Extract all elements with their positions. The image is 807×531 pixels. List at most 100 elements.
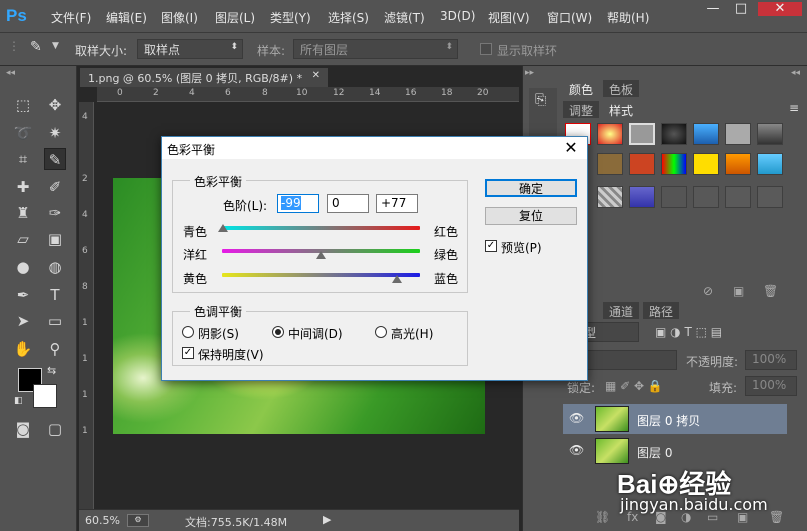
background-color-swatch[interactable] bbox=[33, 384, 57, 408]
tab-swatches[interactable]: 色板 bbox=[603, 80, 640, 97]
zoom-icon[interactable]: ⚲ bbox=[44, 338, 66, 360]
zoom-level[interactable]: 60.5% bbox=[85, 514, 120, 527]
style-swatch[interactable] bbox=[661, 153, 687, 175]
fill-input[interactable]: 100% bbox=[745, 376, 797, 396]
style-swatch[interactable] bbox=[629, 123, 655, 145]
eyedropper-tool-icon[interactable]: ✎ bbox=[44, 148, 66, 170]
tab-adjustments[interactable]: 调整 bbox=[563, 101, 600, 118]
preview-checkbox[interactable]: ✓ bbox=[485, 240, 497, 252]
close-tab-icon[interactable]: ✕ bbox=[312, 70, 320, 81]
menu-window[interactable]: 窗口(W) bbox=[547, 9, 592, 26]
document-tab[interactable]: 1.png @ 60.5% (图层 0 拷贝, RGB/8#) * ✕ bbox=[80, 68, 328, 87]
collapse-right-icon[interactable]: ◂◂ bbox=[791, 68, 800, 78]
trash-icon[interactable]: 🗑 bbox=[763, 284, 778, 298]
preserve-luminosity-label[interactable]: 保持明度(V) bbox=[198, 346, 264, 363]
shadows-label[interactable]: 阴影(S) bbox=[198, 325, 239, 342]
cyan-red-track[interactable] bbox=[222, 226, 420, 230]
filter-icons[interactable]: ▣ ◑ T ⬚ ▤ bbox=[655, 325, 722, 339]
brush-icon[interactable]: ✐ bbox=[44, 176, 66, 198]
screen-mode-icon[interactable]: ▢ bbox=[44, 418, 66, 440]
sample-size-dropdown[interactable]: 取样点 ⬍ bbox=[137, 39, 243, 59]
magenta-green-slider-thumb[interactable] bbox=[316, 251, 326, 259]
lasso-icon[interactable]: ➰ bbox=[12, 122, 34, 144]
ok-button[interactable]: 确定 bbox=[485, 179, 577, 197]
style-swatch[interactable] bbox=[661, 123, 687, 145]
minimize-button[interactable]: — bbox=[702, 2, 724, 16]
midtones-radio[interactable] bbox=[272, 326, 284, 338]
tab-paths[interactable]: 路径 bbox=[643, 302, 680, 319]
link-layers-icon[interactable]: ⛓ bbox=[595, 510, 610, 524]
chevron-down-icon[interactable]: ▼ bbox=[52, 41, 59, 51]
yellow-blue-track[interactable] bbox=[222, 273, 420, 277]
menu-type[interactable]: 类型(Y) bbox=[270, 9, 311, 26]
menu-edit[interactable]: 编辑(E) bbox=[106, 9, 147, 26]
highlights-radio[interactable] bbox=[375, 326, 387, 338]
gradient-icon[interactable]: ▣ bbox=[44, 228, 66, 250]
path-select-icon[interactable]: ➤ bbox=[12, 310, 34, 332]
panel-menu-icon[interactable]: ≡ bbox=[789, 101, 799, 115]
show-ring-checkbox[interactable] bbox=[480, 43, 492, 55]
style-swatch[interactable] bbox=[725, 186, 751, 208]
swap-colors-icon[interactable]: ⇆ bbox=[47, 364, 56, 377]
preserve-luminosity-checkbox[interactable]: ✓ bbox=[182, 347, 194, 359]
healing-icon[interactable]: ✚ bbox=[12, 176, 34, 198]
no-style-icon[interactable]: ⊘ bbox=[703, 284, 713, 298]
tab-color[interactable]: 颜色 bbox=[563, 80, 600, 97]
midtones-label[interactable]: 中间调(D) bbox=[288, 325, 343, 342]
stamp-icon[interactable]: ♜ bbox=[12, 202, 34, 224]
style-swatch[interactable] bbox=[629, 186, 655, 208]
layer-name[interactable]: 图层 0 bbox=[637, 444, 672, 461]
close-window-button[interactable]: ✕ bbox=[758, 2, 802, 16]
pen-icon[interactable]: ✒ bbox=[12, 284, 34, 306]
menu-layer[interactable]: 图层(L) bbox=[215, 9, 255, 26]
blur-icon[interactable]: ● bbox=[12, 256, 34, 278]
menu-view[interactable]: 视图(V) bbox=[488, 9, 530, 26]
marquee-icon[interactable]: ⬚ bbox=[12, 94, 34, 116]
style-swatch[interactable] bbox=[757, 123, 783, 145]
style-swatch[interactable] bbox=[693, 186, 719, 208]
tab-styles[interactable]: 样式 bbox=[603, 101, 640, 118]
lock-icons[interactable]: ▦ ✐ ✥ 🔒 bbox=[605, 379, 663, 393]
highlights-label[interactable]: 高光(H) bbox=[391, 325, 433, 342]
quick-mask-icon[interactable]: ◙ bbox=[12, 418, 34, 440]
maximize-button[interactable]: □ bbox=[730, 2, 752, 16]
menu-3d[interactable]: 3D(D) bbox=[440, 9, 475, 23]
sample-dropdown[interactable]: 所有图层 ⬍ bbox=[293, 39, 458, 59]
style-swatch[interactable] bbox=[757, 153, 783, 175]
shadows-radio[interactable] bbox=[182, 326, 194, 338]
menu-select[interactable]: 选择(S) bbox=[328, 9, 369, 26]
expand-icon[interactable]: ▸▸ bbox=[525, 68, 534, 78]
menu-file[interactable]: 文件(F) bbox=[51, 9, 91, 26]
style-swatch[interactable] bbox=[725, 123, 751, 145]
play-icon[interactable]: ▶ bbox=[323, 513, 331, 526]
style-swatch[interactable] bbox=[725, 153, 751, 175]
style-swatch[interactable] bbox=[757, 186, 783, 208]
move-icon[interactable]: ✥ bbox=[44, 94, 66, 116]
style-swatch[interactable] bbox=[661, 186, 687, 208]
history-icon[interactable]: ⎘ bbox=[535, 92, 546, 108]
cyan-red-slider-thumb[interactable] bbox=[217, 224, 228, 232]
layer-row[interactable]: 👁 图层 0 拷贝 bbox=[563, 404, 787, 434]
menu-image[interactable]: 图像(I) bbox=[161, 9, 198, 26]
tab-channels[interactable]: 通道 bbox=[603, 302, 640, 319]
yellow-blue-slider-thumb[interactable] bbox=[392, 275, 403, 283]
opacity-input[interactable]: 100% bbox=[745, 350, 797, 370]
layer-name[interactable]: 图层 0 拷贝 bbox=[637, 412, 700, 429]
eraser-icon[interactable]: ▱ bbox=[12, 228, 34, 250]
level-yellow-blue-input[interactable]: +77 bbox=[376, 194, 418, 213]
magic-wand-icon[interactable]: ✷ bbox=[44, 122, 66, 144]
style-swatch[interactable] bbox=[597, 123, 623, 145]
shape-icon[interactable]: ▭ bbox=[44, 310, 66, 332]
type-icon[interactable]: T bbox=[44, 284, 66, 306]
eye-icon[interactable]: 👁 bbox=[569, 443, 584, 457]
style-swatch[interactable] bbox=[693, 123, 719, 145]
history-brush-icon[interactable]: ✑ bbox=[44, 202, 66, 224]
preview-label[interactable]: 预览(P) bbox=[501, 239, 542, 256]
layer-actions-icons[interactable]: 🗑 bbox=[769, 510, 784, 524]
new-style-icon[interactable]: ▣ bbox=[733, 284, 744, 298]
hand-icon[interactable]: ✋ bbox=[12, 338, 34, 360]
style-swatch[interactable] bbox=[629, 153, 655, 175]
dodge-icon[interactable]: ◍ bbox=[44, 256, 66, 278]
level-magenta-green-input[interactable]: 0 bbox=[327, 194, 369, 213]
level-cyan-red-input[interactable]: -99 bbox=[277, 194, 319, 213]
